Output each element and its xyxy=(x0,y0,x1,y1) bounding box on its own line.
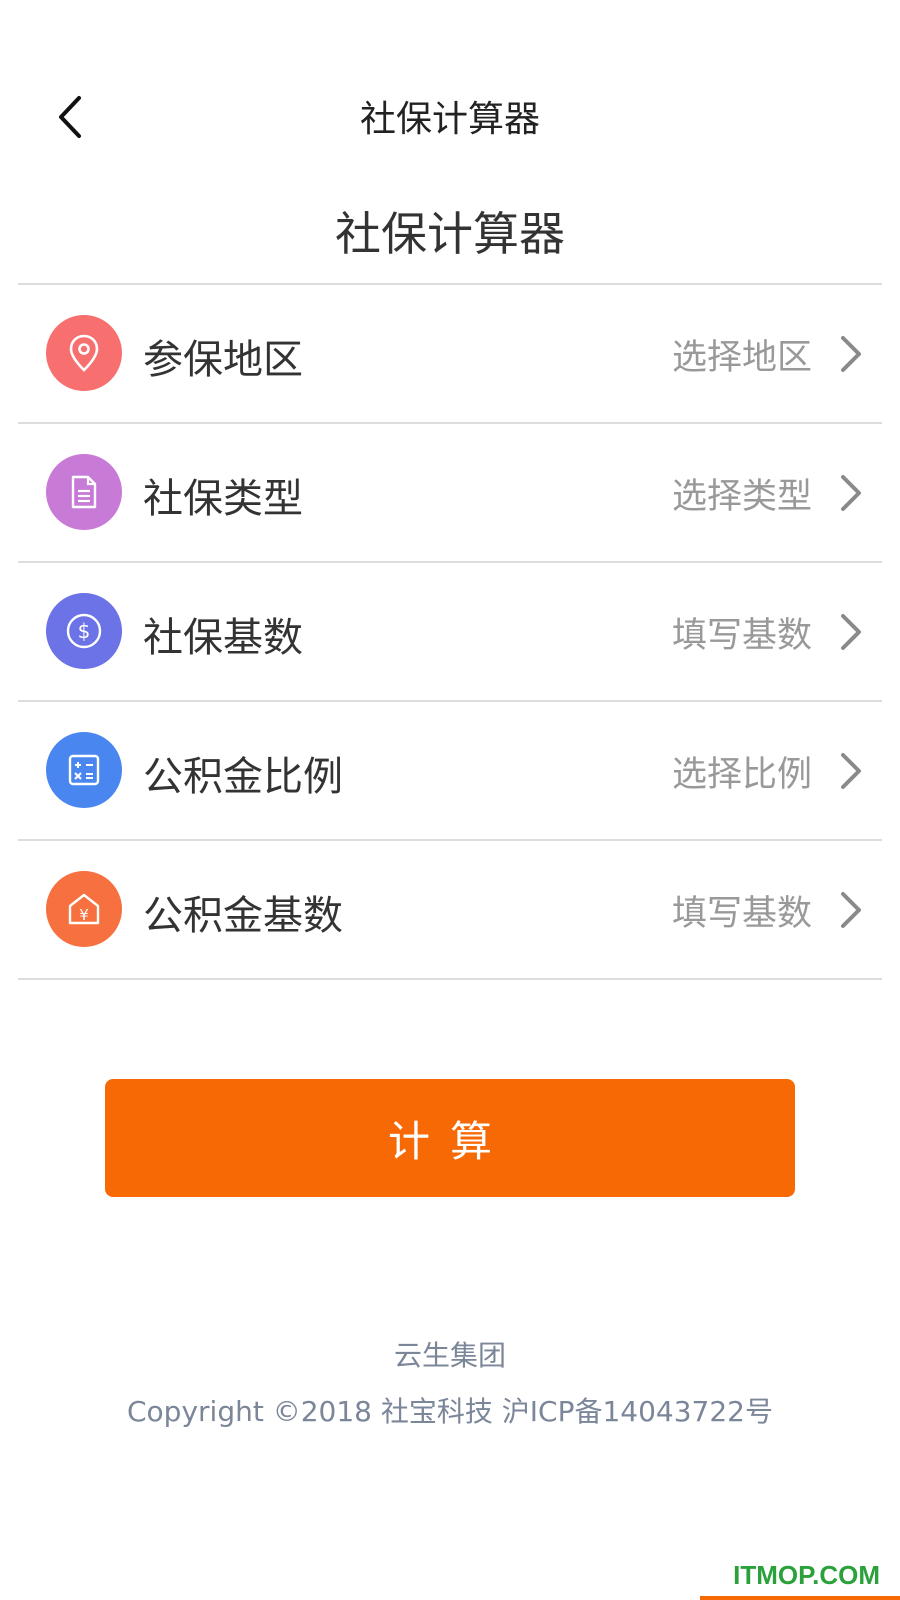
page: 社保计算器 社保计算器 参保地区 选择地区 社保类型 选择类型 $ 社保基数 填… xyxy=(0,0,900,1600)
row-fund-ratio[interactable]: 公积金比例 选择比例 xyxy=(18,702,882,841)
row-label: 公积金比例 xyxy=(143,754,343,800)
chevron-right-icon xyxy=(841,753,861,789)
row-value: 填写基数 xyxy=(671,616,812,656)
chevron-right-icon xyxy=(841,892,861,928)
calculator-icon xyxy=(46,732,122,808)
settings-list: 参保地区 选择地区 社保类型 选择类型 $ 社保基数 填写基数 公积金比例 选择… xyxy=(18,283,882,980)
watermark: ITMOP.COM xyxy=(733,1560,880,1590)
chevron-right-icon xyxy=(841,475,861,511)
house-yen-icon: ¥ xyxy=(46,871,122,947)
row-fund-base[interactable]: ¥ 公积金基数 填写基数 xyxy=(18,841,882,980)
footer-copyright: Copyright ©2018 社宝科技 沪ICP备14043722号 xyxy=(127,1395,773,1428)
row-value: 选择比例 xyxy=(671,755,812,795)
footer-company: 云生集团 xyxy=(393,1339,506,1372)
location-pin-icon xyxy=(46,315,122,391)
document-icon xyxy=(46,454,122,530)
chevron-right-icon xyxy=(841,614,861,650)
dollar-icon: $ xyxy=(46,593,122,669)
row-insurance-base[interactable]: $ 社保基数 填写基数 xyxy=(18,563,882,702)
bottom-accent-bar xyxy=(700,1596,900,1600)
section-title: 社保计算器 xyxy=(335,207,565,261)
row-label: 参保地区 xyxy=(143,337,303,383)
calculate-button[interactable]: 计算 xyxy=(105,1079,795,1197)
svg-text:$: $ xyxy=(78,619,91,643)
top-bar: 社保计算器 xyxy=(0,60,900,170)
row-value: 选择类型 xyxy=(671,477,812,517)
row-value: 选择地区 xyxy=(671,338,812,378)
row-insurance-type[interactable]: 社保类型 选择类型 xyxy=(18,424,882,563)
row-label: 公积金基数 xyxy=(143,893,343,939)
page-title: 社保计算器 xyxy=(359,99,540,140)
chevron-right-icon xyxy=(841,336,861,372)
row-value: 填写基数 xyxy=(671,894,812,934)
row-label: 社保类型 xyxy=(143,476,303,522)
row-label: 社保基数 xyxy=(143,615,303,661)
row-insured-region[interactable]: 参保地区 选择地区 xyxy=(18,285,882,424)
svg-text:¥: ¥ xyxy=(79,906,89,924)
